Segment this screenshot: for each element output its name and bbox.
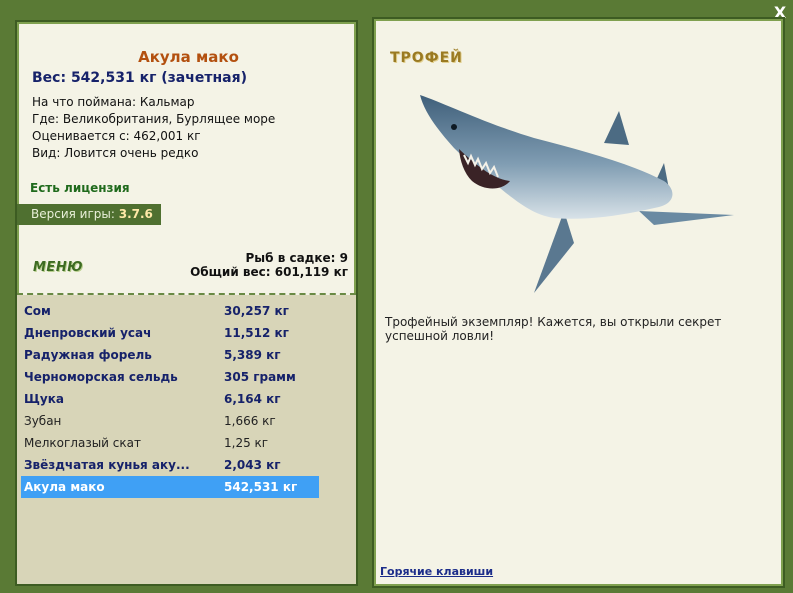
catch-weight: 1,666 кг: [224, 414, 276, 428]
catch-weight: 5,389 кг: [224, 348, 281, 362]
list-item[interactable]: Сом 30,257 кг: [21, 300, 319, 322]
catch-name: Днепровский усач: [24, 326, 152, 340]
list-item[interactable]: Зубан 1,666 кг: [21, 410, 319, 432]
fish-title: Акула мако: [138, 48, 239, 66]
catch-weight: 542,531 кг: [224, 480, 298, 494]
version-label: Версия игры:: [31, 207, 115, 221]
list-item-selected[interactable]: Акула мако 542,531 кг: [21, 476, 319, 498]
fish-valued-from: Оценивается с: 462,001 кг: [32, 129, 201, 143]
license-status: Есть лицензия: [30, 181, 130, 195]
hotkeys-link[interactable]: Горячие клавиши: [380, 565, 493, 578]
list-item[interactable]: Черноморская сельдь 305 грамм: [21, 366, 319, 388]
catch-weight: 2,043 кг: [224, 458, 281, 472]
catch-name: Звёздчатая кунья аку...: [24, 458, 190, 472]
list-item[interactable]: Радужная форель 5,389 кг: [21, 344, 319, 366]
fish-weight: Вес: 542,531 кг (зачетная): [32, 70, 247, 86]
trophy-panel: ТРОФЕЙ Трофейный экземпляр! Кажется, вы …: [372, 17, 785, 588]
catch-weight: 1,25 кг: [224, 436, 269, 450]
keep-net-summary: Рыб в садке: 9 Общий вес: 601,119 кг: [190, 251, 348, 279]
catch-name: Акула мако: [24, 480, 105, 494]
fish-location: Где: Великобритания, Бурлящее море: [32, 112, 276, 126]
fish-info-panel: Акула мако Вес: 542,531 кг (зачетная) На…: [15, 20, 358, 586]
catch-name: Радужная форель: [24, 348, 152, 362]
trophy-description: Трофейный экземпляр! Кажется, вы открыли…: [385, 315, 722, 343]
list-item[interactable]: Звёздчатая кунья аку... 2,043 кг: [21, 454, 319, 476]
version-bar: Версия игры: 3.7.6: [17, 204, 161, 225]
catch-name: Черноморская сельдь: [24, 370, 178, 384]
menu-button[interactable]: МЕНЮ: [33, 260, 83, 275]
keep-total-weight: Общий вес: 601,119 кг: [190, 265, 348, 279]
fish-bait: На что поймана: Кальмар: [32, 95, 195, 109]
version-value: 3.7.6: [118, 207, 153, 221]
catch-name: Зубан: [24, 414, 62, 428]
list-item[interactable]: Днепровский усач 11,512 кг: [21, 322, 319, 344]
catch-list: Сом 30,257 кг Днепровский усач 11,512 кг…: [17, 295, 356, 584]
catch-weight: 30,257 кг: [224, 304, 289, 318]
fish-rarity: Вид: Ловится очень редко: [32, 146, 199, 160]
catch-weight: 11,512 кг: [224, 326, 289, 340]
trophy-title: ТРОФЕЙ: [390, 50, 463, 66]
catch-weight: 6,164 кг: [224, 392, 281, 406]
list-item[interactable]: Мелкоглазый скат 1,25 кг: [21, 432, 319, 454]
catch-name: Мелкоглазый скат: [24, 436, 141, 450]
catch-name: Сом: [24, 304, 51, 318]
mako-shark-picture: [420, 95, 734, 293]
catch-weight: 305 грамм: [224, 370, 296, 384]
list-item[interactable]: Щука 6,164 кг: [21, 388, 319, 410]
keep-count: Рыб в садке: 9: [245, 251, 349, 265]
catch-name: Щука: [24, 392, 64, 406]
